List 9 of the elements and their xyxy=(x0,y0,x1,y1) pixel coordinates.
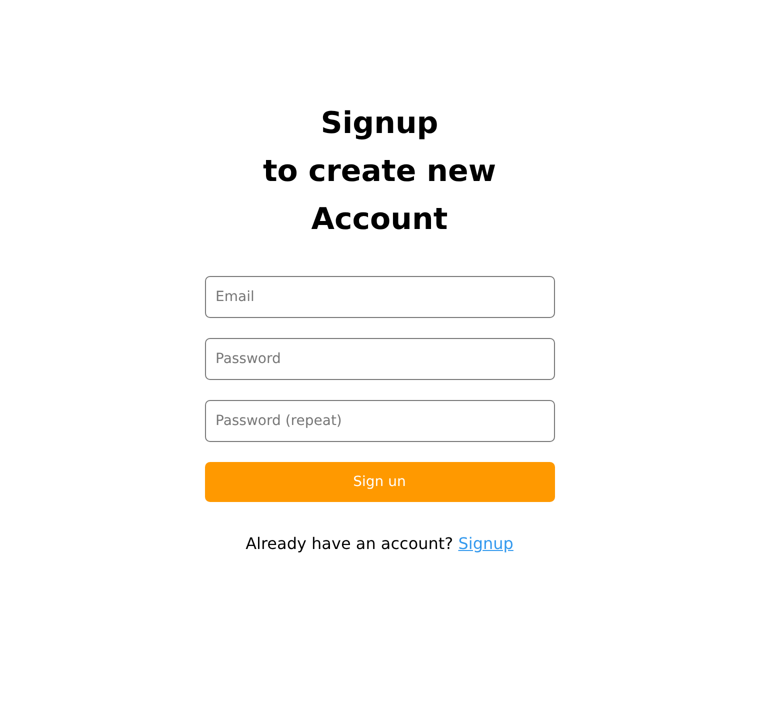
input-field[interactable]: Password xyxy=(204,338,554,380)
heading-line: Account xyxy=(310,201,449,239)
signup-link[interactable]: Signup xyxy=(458,534,514,553)
sign-up-button[interactable]: Sign un xyxy=(204,462,554,502)
account-prompt: Already have an account? xyxy=(246,534,454,553)
heading-line: Signup xyxy=(320,105,440,143)
heading-line: to create new xyxy=(262,153,498,191)
input-field[interactable]: Password (repeat) xyxy=(204,400,554,442)
input-field[interactable]: Email xyxy=(204,276,554,318)
